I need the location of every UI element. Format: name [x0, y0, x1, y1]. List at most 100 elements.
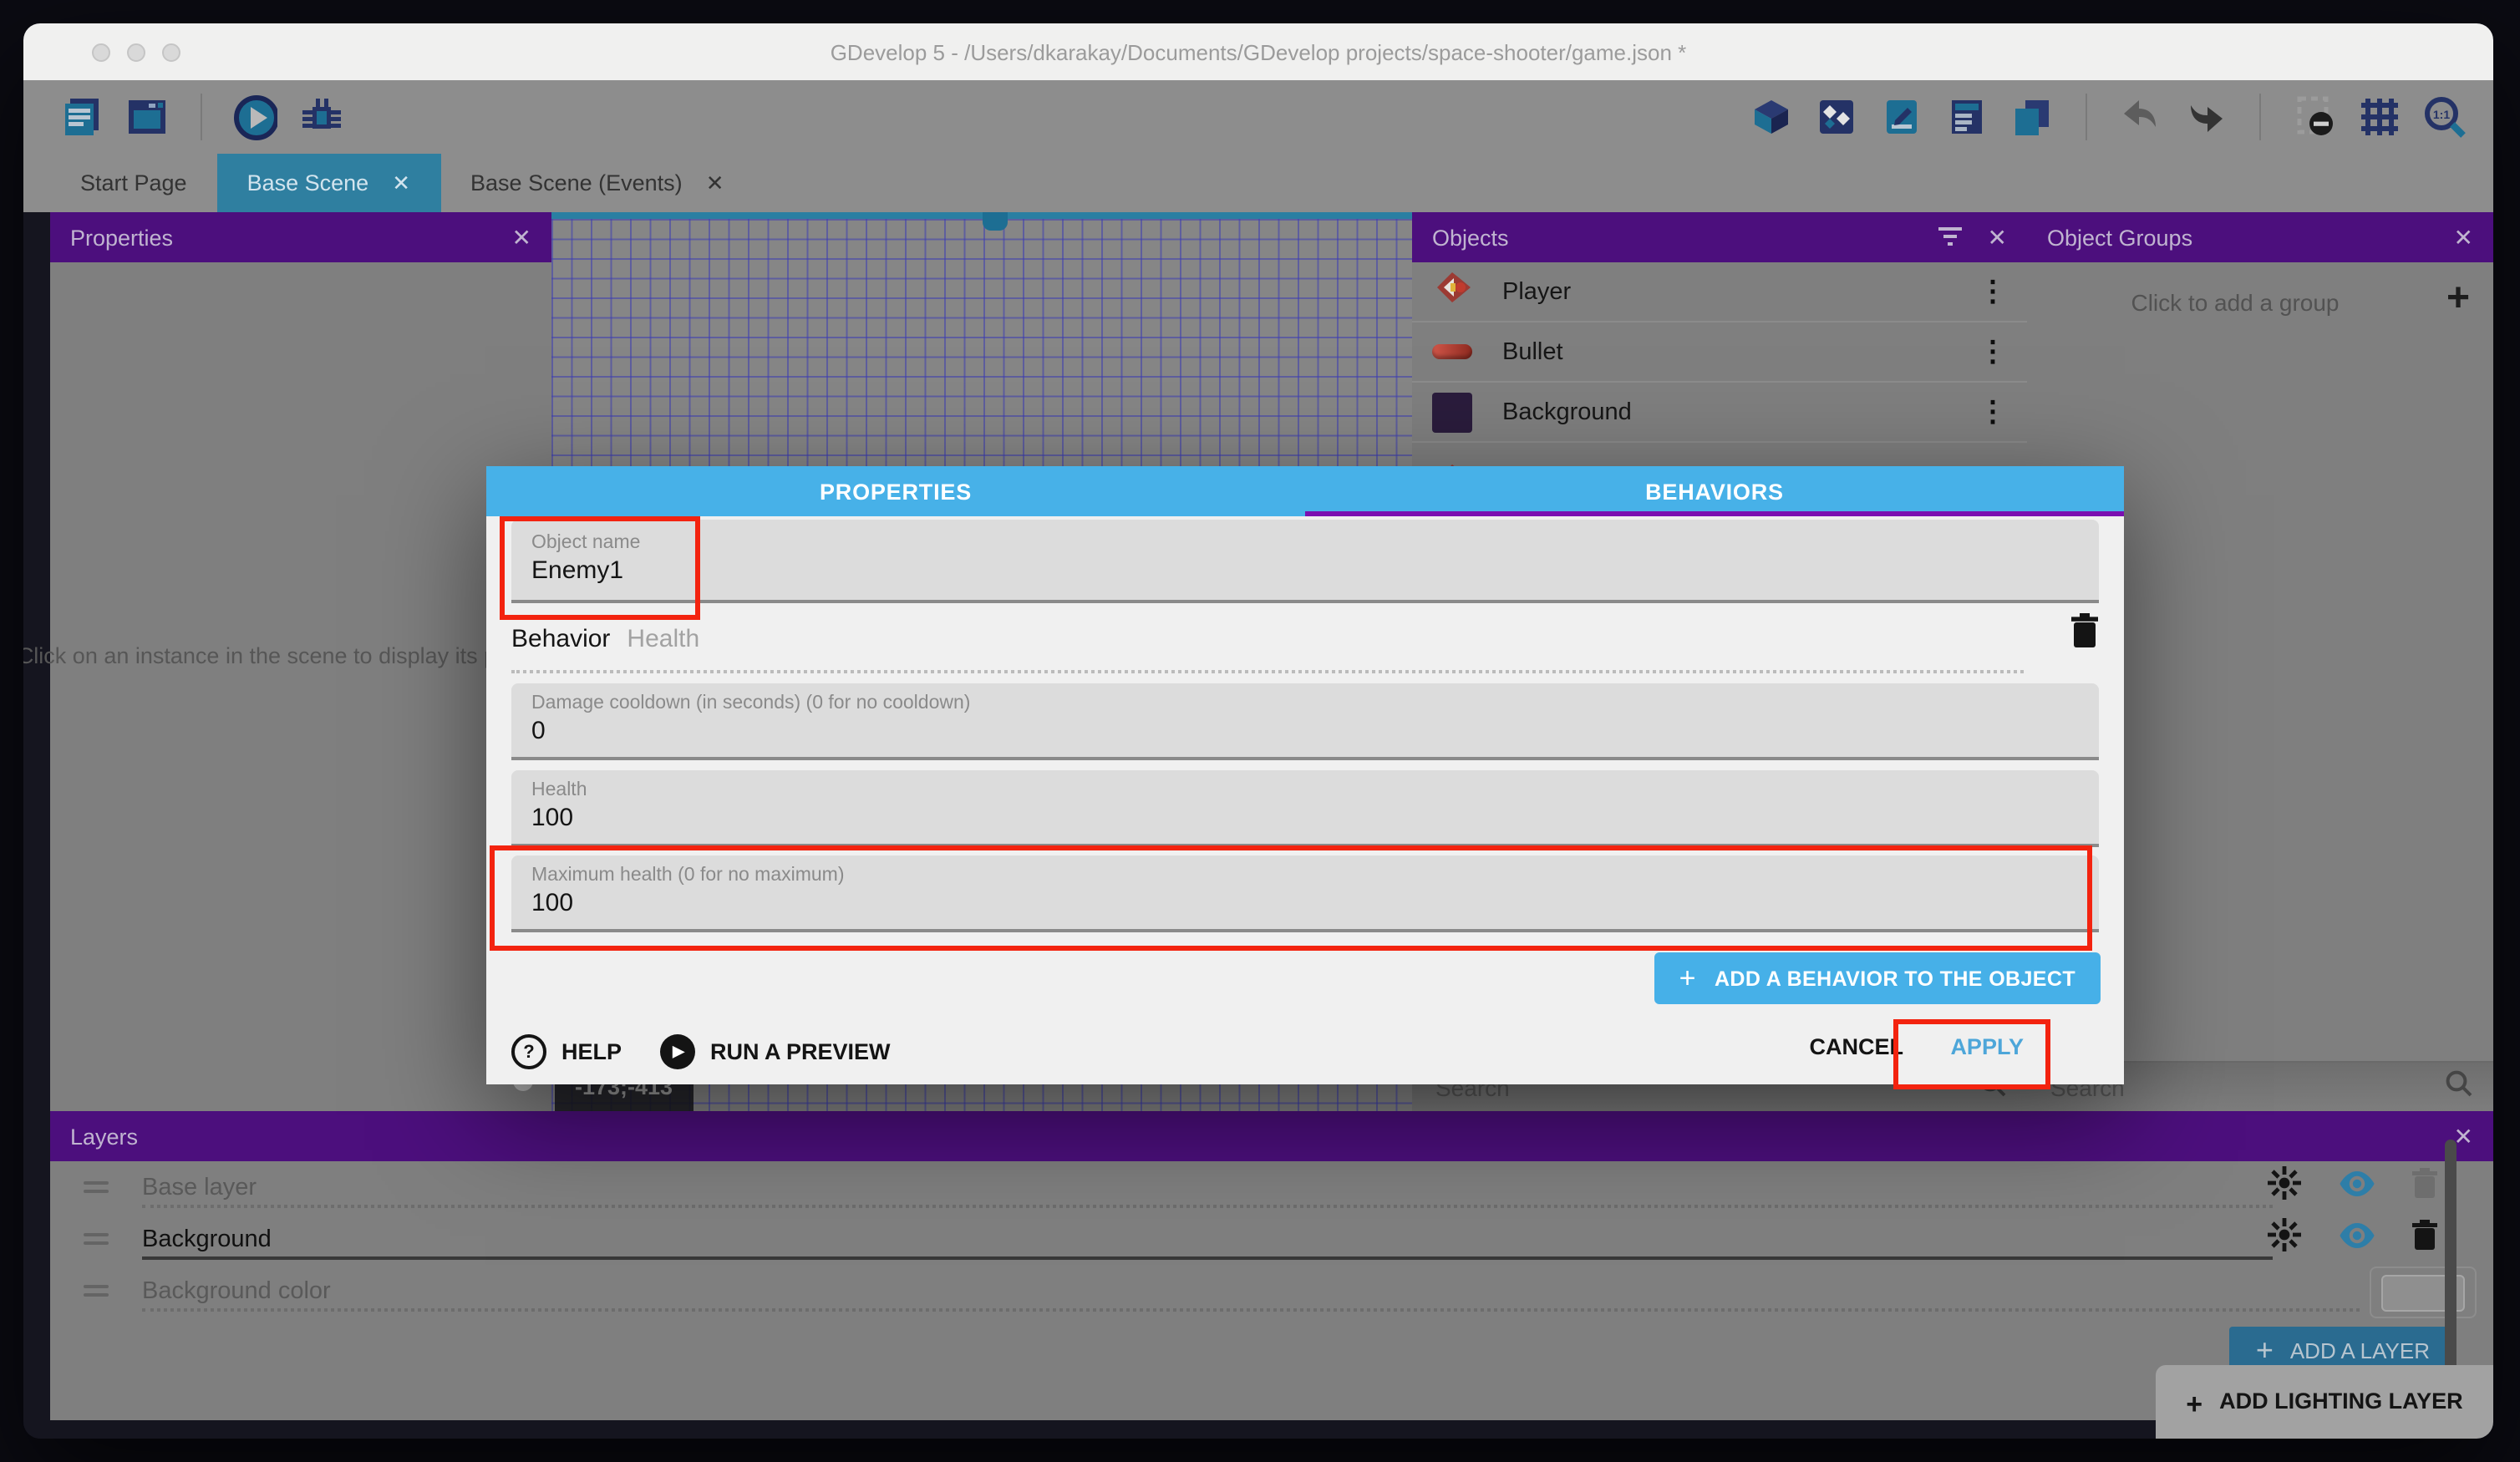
object-row-background[interactable]: Background ⋮ — [1412, 383, 2027, 443]
tab-base-scene[interactable]: Base Scene ✕ — [217, 154, 440, 212]
object-name: Background — [1502, 398, 1632, 425]
object-name-label: Object name — [531, 533, 2079, 553]
object-name: Bullet — [1502, 338, 1563, 365]
run-preview-button[interactable]: ▶ RUN A PREVIEW — [660, 1034, 891, 1069]
close-tab-icon[interactable]: ✕ — [392, 170, 410, 196]
redo-icon[interactable] — [2184, 95, 2228, 139]
main-toolbar: 1:1 — [23, 80, 2493, 154]
help-button[interactable]: ? HELP — [511, 1034, 622, 1069]
object-row-bullet[interactable]: Bullet ⋮ — [1412, 322, 2027, 383]
add-behavior-button[interactable]: + ADD A BEHAVIOR TO THE OBJECT — [1654, 952, 2101, 1004]
layers-panel: Layers ✕ Base layer — [50, 1111, 2493, 1420]
frame-remove-icon[interactable] — [2293, 95, 2336, 139]
properties-panel: Properties ✕ Click on an instance in the… — [50, 212, 551, 1111]
add-lighting-layer-button[interactable]: + ADD LIGHTING LAYER — [2156, 1365, 2493, 1439]
drag-handle-icon[interactable] — [84, 1285, 109, 1297]
behavior-label: Behavior — [511, 625, 610, 653]
filter-icon[interactable] — [1938, 225, 1964, 250]
close-panel-icon[interactable]: ✕ — [1988, 223, 2007, 251]
add-group-row[interactable]: Click to add a group + — [2027, 262, 2493, 339]
behavior-name[interactable]: Health — [627, 625, 699, 653]
minimize-window-button[interactable] — [127, 43, 145, 62]
layer-row-background-color[interactable]: Background color — [50, 1265, 2493, 1317]
edit-properties-icon[interactable] — [1880, 95, 1923, 139]
layer-row-background[interactable]: Background — [50, 1213, 2493, 1265]
tab-label: Base Scene (Events) — [470, 170, 683, 195]
canvas-scrollbar-thumb[interactable] — [983, 212, 1008, 231]
layer-name: Base layer — [142, 1174, 257, 1201]
grid-icon[interactable] — [2358, 95, 2401, 139]
panel-title: Layers — [70, 1124, 138, 1149]
object-behaviors-dialog: PROPERTIES BEHAVIORS Object name Behavio… — [486, 466, 2124, 1084]
layer-delete-icon[interactable] — [2411, 1167, 2438, 1207]
layer-visibility-icon[interactable] — [2338, 1222, 2376, 1256]
background-color-picker[interactable] — [2370, 1267, 2477, 1318]
layer-row-base-layer[interactable]: Base layer — [50, 1161, 2493, 1213]
object-name-field[interactable]: Object name — [511, 520, 2099, 603]
objects-panel-icon[interactable] — [1750, 95, 1793, 139]
object-groups-panel-icon[interactable] — [1815, 95, 1858, 139]
objects-panel-header: Objects ✕ — [1412, 212, 2027, 262]
tab-base-scene-events[interactable]: Base Scene (Events) ✕ — [440, 154, 754, 212]
drag-handle-icon[interactable] — [84, 1233, 109, 1245]
damage-cooldown-input[interactable] — [531, 717, 2079, 745]
behavior-row: Behavior Health — [511, 625, 2024, 673]
dialog-tab-properties[interactable]: PROPERTIES — [486, 466, 1305, 516]
dialog-tab-behaviors[interactable]: BEHAVIORS — [1305, 466, 2124, 516]
zoom-one-to-one-icon[interactable]: 1:1 — [2423, 95, 2467, 139]
help-label: HELP — [561, 1039, 622, 1064]
panel-title: Object Groups — [2047, 225, 2192, 250]
layers-scrollbar[interactable] — [2445, 1140, 2456, 1382]
add-group-plus-icon[interactable]: + — [2446, 276, 2470, 322]
zoom-window-button[interactable] — [162, 43, 180, 62]
copy-instances-icon[interactable] — [2010, 95, 2054, 139]
close-panel-icon[interactable]: ✕ — [512, 223, 531, 251]
health-input[interactable] — [531, 804, 2079, 832]
project-manager-icon[interactable] — [60, 95, 104, 139]
play-preview-icon[interactable] — [234, 95, 277, 139]
close-tab-icon[interactable]: ✕ — [706, 170, 724, 196]
window-title: GDevelop 5 - /Users/dkarakay/Documents/G… — [831, 39, 1687, 64]
field-label: Health — [531, 780, 2079, 800]
search-icon — [2445, 1069, 2473, 1105]
object-name-input[interactable] — [531, 556, 2079, 585]
object-row-player[interactable]: Player ⋮ — [1412, 262, 2027, 322]
scene-editor-icon[interactable] — [125, 95, 169, 139]
close-panel-icon[interactable]: ✕ — [2454, 223, 2473, 251]
bullet-object-icon — [1432, 344, 1476, 359]
titlebar: GDevelop 5 - /Users/dkarakay/Documents/G… — [23, 23, 2493, 80]
close-window-button[interactable] — [92, 43, 110, 62]
add-layer-label: ADD A LAYER — [2290, 1338, 2430, 1363]
plus-icon: + — [2186, 1388, 2202, 1439]
delete-behavior-icon[interactable] — [2070, 613, 2099, 657]
layer-visibility-icon[interactable] — [2338, 1170, 2376, 1204]
add-behavior-label: ADD A BEHAVIOR TO THE OBJECT — [1715, 967, 2075, 990]
tab-start-page[interactable]: Start Page — [50, 154, 217, 212]
undo-icon[interactable] — [2119, 95, 2162, 139]
layer-name: Background — [142, 1226, 272, 1252]
play-icon: ▶ — [660, 1034, 695, 1069]
toolbar-separator — [2086, 94, 2087, 140]
close-panel-icon[interactable]: ✕ — [2454, 1122, 2473, 1150]
layer-effects-icon[interactable] — [2266, 1216, 2303, 1261]
toolbar-separator — [201, 94, 202, 140]
properties-panel-header: Properties ✕ — [50, 212, 551, 262]
desktop: GDevelop 5 - /Users/dkarakay/Documents/G… — [0, 0, 2520, 1462]
drag-handle-icon[interactable] — [84, 1181, 109, 1193]
health-field[interactable]: Health — [511, 770, 2099, 847]
panel-title: Properties — [70, 225, 173, 250]
object-menu-icon[interactable]: ⋮ — [1979, 395, 2007, 429]
layer-delete-icon[interactable] — [2411, 1219, 2438, 1259]
object-menu-icon[interactable]: ⋮ — [1979, 275, 2007, 308]
object-menu-icon[interactable]: ⋮ — [1979, 335, 2007, 368]
add-lighting-layer-label: ADD LIGHTING LAYER — [2219, 1388, 2463, 1439]
damage-cooldown-field[interactable]: Damage cooldown (in seconds) (0 for no c… — [511, 683, 2099, 760]
layer-effects-icon[interactable] — [2266, 1165, 2303, 1210]
layers-panel-header: Layers ✕ — [50, 1111, 2493, 1161]
editor-tabbar: Start Page Base Scene ✕ Base Scene (Even… — [23, 154, 2493, 212]
instances-list-icon[interactable] — [1945, 95, 1989, 139]
cancel-button[interactable]: CANCEL — [1810, 1034, 1904, 1059]
debug-icon[interactable] — [299, 95, 343, 139]
canvas-horizontal-scrollbar[interactable] — [551, 212, 1412, 219]
svg-text:1:1: 1:1 — [2433, 108, 2450, 121]
